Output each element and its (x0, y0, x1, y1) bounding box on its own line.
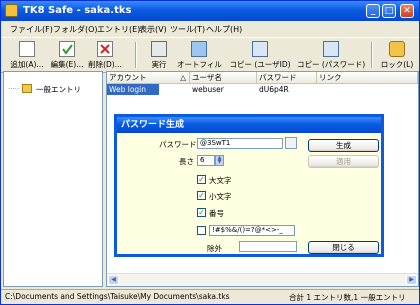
lock-button[interactable]: ロック(L) (379, 40, 415, 70)
password-generator-dialog: パスワード生成 パスワード @3SwT1 長さ 6 ▲ ▼ ✓ 大文字 ✓ 小文字… (114, 114, 384, 257)
scroll-left-icon[interactable]: ◀ (108, 275, 119, 285)
menu-bar: ファイル(F) フォルダ(O) エントリ(E) 表示(V) ツール(T) ヘルプ… (1, 21, 419, 37)
app-window: TK8 Safe - saka.tks _ □ ✕ ファイル(F) フォルダ(O… (0, 0, 420, 305)
column-header-link[interactable]: リンク (317, 72, 418, 84)
copy-userid-button[interactable]: コピー (ユーザID) (227, 40, 293, 70)
length-spinner-icon[interactable]: ▲ ▼ (215, 155, 224, 166)
window-title: TK8 Safe - saka.tks (23, 5, 132, 16)
autofill-button[interactable]: オートフィル (177, 40, 222, 70)
uppercase-label: 大文字 (209, 176, 232, 185)
length-label: 長さ (179, 157, 194, 166)
app-icon (5, 4, 18, 17)
folder-icon (22, 84, 32, 93)
folder-tree: ····· 一般エントリ (3, 71, 103, 287)
minimize-button[interactable]: _ (366, 4, 380, 18)
status-file-path: C:\Documents and Settings\Taisuke\My Doc… (5, 292, 230, 301)
menu-folder[interactable]: フォルダ(O) (53, 24, 98, 35)
toolbar-separator (371, 42, 373, 68)
table-row-username[interactable]: webuser (192, 84, 224, 95)
apply-button[interactable]: 適用 (308, 155, 379, 168)
length-field[interactable]: 6 (197, 155, 215, 166)
lowercase-checkbox[interactable]: ✓ (197, 191, 206, 200)
close-button[interactable]: ✕ (400, 4, 414, 18)
tree-connector-icon: ····· (8, 85, 20, 93)
password-label: パスワード (159, 140, 197, 149)
horizontal-scrollbar[interactable]: ◀ ▶ (107, 273, 418, 286)
symbols-field[interactable]: !#$%&/()=?@*<>-_ (209, 225, 295, 236)
dialog-body: パスワード @3SwT1 長さ 6 ▲ ▼ ✓ 大文字 ✓ 小文字 ✓ 番号 !#… (117, 133, 381, 254)
menu-file[interactable]: ファイル(F) (10, 24, 53, 35)
delete-icon (97, 41, 113, 57)
column-header-username[interactable]: ユーザ名 (190, 72, 257, 84)
symbols-checkbox[interactable] (197, 226, 206, 235)
generate-button[interactable]: 生成 (308, 139, 379, 152)
status-bar: C:\Documents and Settings\Taisuke\My Doc… (1, 289, 419, 305)
status-summary: 合計 1 エントリ数,1 一般エントリ (289, 293, 406, 302)
menu-entry[interactable]: エントリ(E) (97, 24, 140, 35)
menu-view[interactable]: 表示(V) (139, 24, 167, 35)
sort-ascending-icon: △ (180, 73, 186, 82)
dialog-close-button[interactable]: 閉じる (308, 241, 379, 254)
digits-label: 番号 (209, 209, 224, 218)
add-document-icon (19, 41, 35, 57)
dialog-title[interactable]: パスワード生成 (117, 117, 381, 133)
password-field[interactable]: @3SwT1 (197, 138, 283, 149)
exclude-field[interactable] (239, 241, 297, 252)
toolbar: 追加(A)... 編集(E)... 削除(D)... 実行 オートフィル コピー… (1, 37, 419, 73)
lowercase-label: 小文字 (209, 192, 232, 201)
scroll-right-icon[interactable]: ▶ (406, 275, 417, 285)
title-bar[interactable]: TK8 Safe - saka.tks _ □ ✕ (1, 1, 419, 21)
run-button[interactable]: 実行 (145, 40, 173, 70)
copy-password-icon[interactable] (285, 137, 297, 149)
uppercase-checkbox[interactable]: ✓ (197, 175, 206, 184)
copy-password-button[interactable]: コピー (パスワード) (297, 40, 365, 70)
menu-tools[interactable]: ツール(T) (170, 24, 205, 35)
edit-button[interactable]: 編集(E)... (49, 40, 85, 70)
delete-button[interactable]: 削除(D)... (87, 40, 123, 70)
digits-checkbox[interactable]: ✓ (197, 208, 206, 217)
run-icon (151, 41, 167, 57)
column-header-account[interactable]: アカウント △ (107, 72, 190, 84)
exclude-label: 除外 (207, 244, 222, 253)
edit-icon (59, 41, 75, 57)
maximize-button[interactable]: □ (382, 4, 396, 18)
table-row-account[interactable]: Web login (107, 84, 159, 95)
add-button[interactable]: 追加(A)... (9, 40, 45, 70)
tree-item-general[interactable]: 一般エントリ (36, 84, 81, 95)
copy-password-icon (323, 41, 339, 57)
autofill-icon (191, 41, 207, 57)
menu-help[interactable]: ヘルプ(H) (206, 24, 242, 35)
column-header-password[interactable]: パスワード (257, 72, 317, 84)
copy-user-icon (252, 41, 268, 57)
lock-icon (389, 41, 405, 57)
toolbar-separator (135, 42, 137, 68)
table-row-password[interactable]: dU6p4R (259, 84, 289, 95)
